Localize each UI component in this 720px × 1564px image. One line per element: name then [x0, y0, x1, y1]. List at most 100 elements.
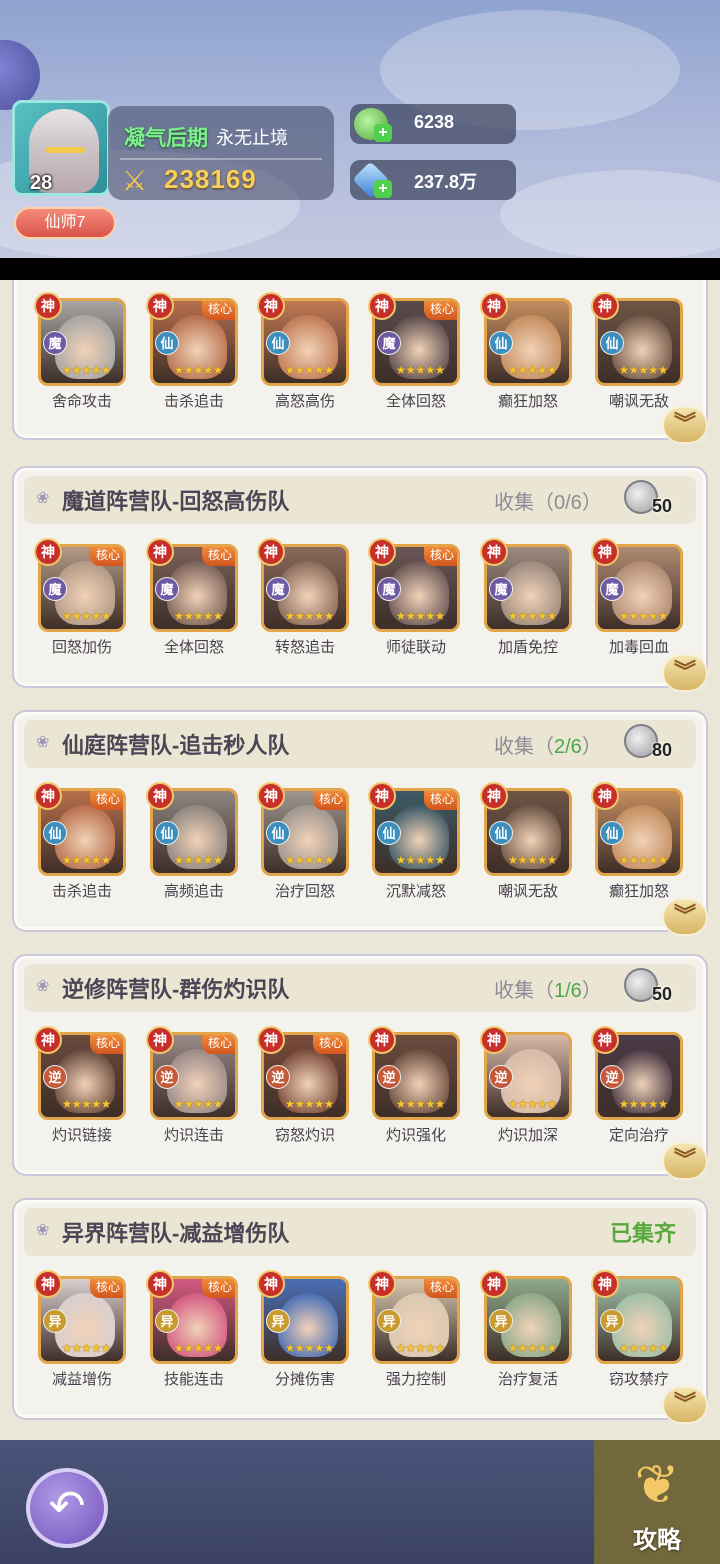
- divine-tag: 神: [480, 782, 508, 810]
- hero-skill-label: 灼识强化: [385, 1127, 446, 1144]
- hero-skill-label: 高怒高伤: [274, 393, 335, 410]
- crystal-value: 237.8万: [414, 172, 478, 192]
- hero-skill-label: 灼识连击: [163, 1127, 224, 1144]
- hero-skill-label: 嘲讽无敌: [608, 393, 669, 410]
- hero-skill-label: 全体回怒: [385, 393, 446, 410]
- back-button[interactable]: ↶: [26, 1468, 108, 1548]
- hero-skill-label: 全体回怒: [163, 639, 224, 656]
- divine-tag: 神: [34, 782, 62, 810]
- hero-card[interactable]: ★★★★★ 核心逆神窃怒灼识: [257, 1026, 349, 1145]
- hero-card[interactable]: ★★★★★ 异神分摊伤害: [257, 1270, 349, 1389]
- hero-skill-label: 灼识链接: [51, 1127, 112, 1144]
- core-tag: 核心: [90, 547, 123, 566]
- resource-crystal[interactable]: + 237.8万: [350, 160, 516, 200]
- expand-chevron-icon[interactable]: ︾: [662, 1142, 708, 1180]
- hero-card[interactable]: ★★★★★ 核心魔神全体回怒: [368, 292, 460, 411]
- divine-tag: 神: [368, 292, 396, 320]
- hero-card[interactable]: ★★★★★ 核心仙神沉默减怒: [368, 782, 460, 901]
- hero-card[interactable]: ★★★★★ 仙神癫狂加怒: [591, 782, 683, 901]
- hero-card[interactable]: ★★★★★ 核心异神强力控制: [368, 1270, 460, 1389]
- hero-card[interactable]: ★★★★★ 魔神转怒追击: [257, 538, 349, 657]
- hero-skill-label: 加盾免控: [497, 639, 558, 656]
- expand-chevron-icon[interactable]: ︾: [662, 1386, 708, 1424]
- star-rating: ★★★★★: [173, 1341, 224, 1355]
- hero-card[interactable]: ★★★★★ 逆神灼识加深: [480, 1026, 572, 1145]
- divine-tag: 神: [368, 782, 396, 810]
- divine-tag: 神: [257, 1026, 285, 1054]
- realm-label: 凝气后期: [124, 127, 208, 150]
- star-rating: ★★★★★: [395, 1341, 446, 1355]
- hero-card[interactable]: ★★★★★ 核心仙神击杀追击: [146, 292, 238, 411]
- divine-tag: 神: [480, 1270, 508, 1298]
- hero-card[interactable]: ★★★★★ 异神治疗复活: [480, 1270, 572, 1389]
- hero-card[interactable]: ★★★★★ 魔神加盾免控: [480, 538, 572, 657]
- hero-card[interactable]: ★★★★★ 核心魔神全体回怒: [146, 538, 238, 657]
- faction-tag: 魔: [377, 331, 401, 355]
- core-tag: 核心: [313, 1035, 346, 1054]
- divine-tag: 神: [480, 538, 508, 566]
- hero-card[interactable]: ★★★★★ 核心仙神击杀追击: [34, 782, 126, 901]
- expand-chevron-icon[interactable]: ︾: [662, 406, 708, 444]
- faction-tag: 魔: [43, 331, 67, 355]
- star-rating: ★★★★★: [618, 609, 669, 623]
- expand-chevron-icon[interactable]: ︾: [662, 898, 708, 936]
- hero-skill-label: 强力控制: [385, 1371, 446, 1388]
- hero-card[interactable]: ★★★★★ 逆神定向治疗: [591, 1026, 683, 1145]
- faction-tag: 魔: [489, 577, 513, 601]
- resource-jade[interactable]: + 6238: [350, 104, 516, 144]
- add-crystal-button[interactable]: +: [374, 180, 392, 198]
- crossed-swords-icon: ⚔: [122, 165, 148, 196]
- collection-progress: 收集（1/6）: [494, 974, 602, 1003]
- hero-card[interactable]: ★★★★★ 仙神嘲讽无敌: [480, 782, 572, 901]
- hero-card[interactable]: ★★★★★ 核心魔神回怒加伤: [34, 538, 126, 657]
- hero-card[interactable]: ★★★★★ 仙神高怒高伤: [257, 292, 349, 411]
- player-avatar[interactable]: [12, 100, 110, 196]
- faction-tag: 仙: [600, 821, 624, 845]
- hero-skill-label: 嘲讽无敌: [497, 883, 558, 900]
- faction-tag: 逆: [489, 1065, 513, 1089]
- hero-card[interactable]: ★★★★★ 仙神高频追击: [146, 782, 238, 901]
- add-jade-button[interactable]: +: [374, 124, 392, 142]
- hero-card[interactable]: ★★★★★ 核心异神技能连击: [146, 1270, 238, 1389]
- expand-chevron-icon[interactable]: ︾: [662, 654, 708, 692]
- panel-divider: [120, 158, 322, 160]
- divine-tag: 神: [257, 1270, 285, 1298]
- hero-card[interactable]: ★★★★★ 仙神癫狂加怒: [480, 292, 572, 411]
- background-cloud: [500, 170, 720, 258]
- star-rating: ★★★★★: [618, 853, 669, 867]
- title-badge[interactable]: 仙师7: [14, 207, 116, 239]
- team-list[interactable]: ★★★★★ 魔神舍命攻击 ★★★★★ 核心仙神击杀追击 ★★★★★ 仙神高怒高伤 ★★★★★…: [0, 280, 720, 1440]
- hero-card[interactable]: ★★★★★ 魔神加毒回血: [591, 538, 683, 657]
- hero-skill-label: 治疗回怒: [274, 883, 335, 900]
- core-tag: 核心: [90, 1279, 123, 1298]
- hero-card[interactable]: ★★★★★ 逆神灼识强化: [368, 1026, 460, 1145]
- guide-button[interactable]: ❦ 攻略: [594, 1440, 720, 1564]
- hero-skill-label: 加毒回血: [608, 639, 669, 656]
- core-tag: 核心: [424, 791, 457, 810]
- reward-amount: 50: [652, 984, 673, 1004]
- star-rating: ★★★★★: [395, 853, 446, 867]
- core-tag: 核心: [90, 791, 123, 810]
- hero-card[interactable]: ★★★★★ 核心异神减益增伤: [34, 1270, 126, 1389]
- faction-tag: 异: [600, 1309, 624, 1333]
- team-card: ❀ 仙庭阵营队-追击秒人队 收集（2/6） 80 ★★★★★ 核心仙神击杀追击 ★★★★★ 仙…: [12, 710, 708, 936]
- divine-tag: 神: [480, 1026, 508, 1054]
- star-rating: ★★★★★: [173, 853, 224, 867]
- core-tag: 核心: [202, 1279, 235, 1298]
- hero-card[interactable]: ★★★★★ 异神窃攻禁疗: [591, 1270, 683, 1389]
- hero-card[interactable]: ★★★★★ 仙神嘲讽无敌: [591, 292, 683, 411]
- star-rating: ★★★★★: [395, 1097, 446, 1111]
- divine-tag: 神: [34, 292, 62, 320]
- divine-tag: 神: [146, 1270, 174, 1298]
- hero-skill-label: 治疗复活: [497, 1371, 558, 1388]
- hero-card[interactable]: ★★★★★ 核心逆神灼识连击: [146, 1026, 238, 1145]
- hero-card[interactable]: ★★★★★ 核心魔神师徒联动: [368, 538, 460, 657]
- collect-count: 1/6: [554, 980, 582, 1002]
- core-tag: 核心: [202, 301, 235, 320]
- hero-card[interactable]: ★★★★★ 魔神舍命攻击: [34, 292, 126, 411]
- hero-card[interactable]: ★★★★★ 核心逆神灼识链接: [34, 1026, 126, 1145]
- hero-card[interactable]: ★★★★★ 核心仙神治疗回怒: [257, 782, 349, 901]
- hero-skill-label: 窃攻禁疗: [608, 1371, 669, 1388]
- faction-tag: 异: [489, 1309, 513, 1333]
- hero-skill-label: 定向治疗: [608, 1127, 669, 1144]
